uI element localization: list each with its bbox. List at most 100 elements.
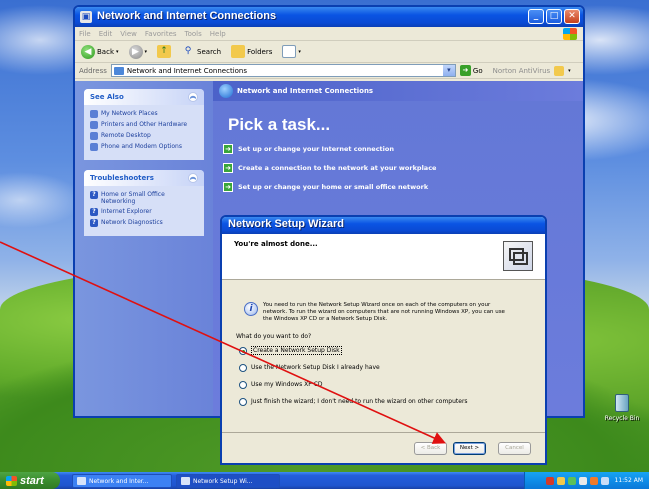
task-home-network[interactable]: ➜ Set up or change your home or small of… — [223, 181, 583, 193]
menu-edit[interactable]: Edit — [99, 30, 113, 38]
recycle-bin-icon — [615, 394, 629, 412]
menu-view[interactable]: View — [120, 30, 137, 38]
taskbar-button-network-connections[interactable]: Network and Inter... — [72, 474, 172, 488]
taskbar-button-network-setup-wizard[interactable]: Network Setup Wi... — [176, 474, 280, 488]
option-create-disk[interactable]: Create a Network Setup Disk — [239, 346, 531, 355]
forward-button[interactable]: ▶ ▾ — [127, 43, 150, 61]
wizard-info: i You need to run the Network Setup Wiza… — [244, 302, 531, 323]
tray-icon[interactable] — [589, 476, 598, 485]
cancel-button[interactable]: Cancel — [498, 441, 531, 455]
info-icon: i — [244, 302, 258, 316]
system-tray: 11:52 AM — [524, 472, 649, 489]
views-button[interactable]: ▾ — [280, 43, 303, 61]
up-button[interactable]: ↑ — [155, 43, 173, 61]
wizard-header: You're almost done... — [222, 234, 545, 280]
wizard-info-text: You need to run the Network Setup Wizard… — [263, 302, 505, 322]
search-label: Search — [197, 47, 222, 56]
see-also-heading: See Also — [90, 93, 124, 101]
recycle-bin[interactable]: Recycle Bin — [597, 394, 647, 434]
toolbar: ◀ Back ▾ ▶ ▾ ↑ ⚲ Search Folders ▾ — [75, 41, 583, 63]
network-setup-wizard-dialog: Network Setup Wizard You're almost done.… — [220, 215, 547, 465]
wizard-titlebar[interactable]: Network Setup Wizard — [222, 217, 545, 234]
folder-up-icon: ↑ — [157, 45, 172, 58]
minimize-button[interactable]: _ — [528, 9, 544, 24]
help-icon: ? — [90, 219, 98, 227]
views-icon — [282, 45, 297, 58]
norton-antivirus-button[interactable]: Norton AntiVirus — [493, 67, 551, 75]
back-arrow-icon: ◀ — [81, 44, 95, 59]
help-icon: ? — [90, 191, 98, 199]
option-just-finish[interactable]: Just finish the wizard; I don't need to … — [239, 397, 531, 406]
next-button[interactable]: Next > — [453, 441, 486, 455]
chevron-down-icon: ▾ — [298, 48, 301, 55]
wizard-small-icon — [181, 477, 190, 485]
address-bar: Address Network and Internet Connections… — [75, 63, 583, 79]
see-also-my-network-places[interactable]: My Network Places — [90, 110, 198, 118]
wizard-heading: You're almost done... — [234, 240, 318, 248]
search-icon: ⚲ — [184, 46, 192, 56]
collapse-chevron-icon[interactable]: ︽ — [188, 173, 198, 183]
folders-label: Folders — [247, 47, 273, 56]
troubleshooters-header[interactable]: Troubleshooters ︽ — [84, 170, 204, 186]
see-also-printers-hardware[interactable]: Printers and Other Hardware — [90, 121, 198, 129]
menu-favorites[interactable]: Favorites — [145, 30, 177, 38]
control-panel-icon: ▣ — [80, 11, 92, 23]
back-button[interactable]: ◀ Back ▾ — [79, 43, 121, 61]
folders-button[interactable]: Folders — [229, 43, 274, 61]
task-workplace-connection[interactable]: ➜ Create a connection to the network at … — [223, 162, 583, 174]
task-arrow-icon: ➜ — [223, 182, 233, 192]
see-also-header[interactable]: See Also ︽ — [84, 89, 204, 105]
task-pane: See Also ︽ My Network Places Printers an… — [75, 81, 213, 416]
troubleshooter-network-diagnostics[interactable]: ? Network Diagnostics — [90, 219, 198, 227]
start-button[interactable]: start — [0, 472, 60, 489]
option-use-existing-disk[interactable]: Use the Network Setup Disk I already hav… — [239, 363, 531, 372]
maximize-button[interactable]: □ — [546, 9, 562, 24]
tray-icon[interactable] — [567, 476, 576, 485]
tray-icon[interactable] — [556, 476, 565, 485]
go-arrow-icon: ➜ — [459, 65, 471, 76]
see-also-phone-modem[interactable]: Phone and Modem Options — [90, 143, 198, 151]
control-panel-small-icon — [113, 66, 124, 75]
menu-bar: File Edit View Favorites Tools Help — [75, 27, 583, 41]
see-also-panel: See Also ︽ My Network Places Printers an… — [84, 89, 204, 160]
task-arrow-icon: ➜ — [223, 144, 233, 154]
go-button[interactable]: ➜ Go — [459, 65, 483, 76]
remote-desktop-icon — [90, 132, 98, 140]
troubleshooters-panel: Troubleshooters ︽ ? Home or Small Office… — [84, 170, 204, 236]
network-globe-icon — [219, 84, 233, 98]
collapse-chevron-icon[interactable]: ︽ — [188, 92, 198, 102]
troubleshooter-internet-explorer[interactable]: ? Internet Explorer — [90, 208, 198, 216]
troubleshooter-home-networking[interactable]: ? Home or Small Office Networking — [90, 191, 198, 205]
address-value: Network and Internet Connections — [126, 66, 248, 75]
chevron-down-icon[interactable]: ▾ — [442, 65, 455, 76]
radio-button[interactable] — [239, 363, 247, 372]
radio-button[interactable] — [239, 397, 247, 406]
explorer-titlebar[interactable]: ▣ Network and Internet Connections _ □ ✕ — [75, 7, 583, 27]
chevron-down-icon[interactable]: ▾ — [568, 68, 571, 74]
option-use-xp-cd[interactable]: Use my Windows XP CD — [239, 380, 531, 389]
back-button[interactable]: < Back — [414, 441, 447, 455]
address-input[interactable]: Network and Internet Connections ▾ — [110, 64, 456, 77]
search-button[interactable]: ⚲ Search — [179, 43, 223, 61]
taskbar: start Network and Inter... Network Setup… — [0, 472, 649, 489]
menu-help[interactable]: Help — [210, 30, 226, 38]
see-also-remote-desktop[interactable]: Remote Desktop — [90, 132, 198, 140]
radio-button-selected[interactable] — [239, 346, 247, 355]
troubleshooters-heading: Troubleshooters — [90, 174, 154, 182]
task-internet-connection[interactable]: ➜ Set up or change your Internet connect… — [223, 143, 583, 155]
chevron-down-icon: ▾ — [144, 48, 148, 55]
go-label: Go — [472, 66, 483, 75]
start-label: start — [20, 474, 44, 487]
radio-button[interactable] — [239, 380, 247, 389]
volume-tray-icon[interactable] — [600, 476, 609, 485]
chevron-down-icon: ▾ — [116, 48, 119, 55]
address-label: Address — [79, 66, 107, 75]
clock[interactable]: 11:52 AM — [615, 477, 643, 484]
recycle-bin-label: Recycle Bin — [604, 415, 640, 422]
tray-icon[interactable] — [545, 476, 554, 485]
menu-file[interactable]: File — [79, 30, 91, 38]
network-tray-icon[interactable] — [578, 476, 587, 485]
menu-tools[interactable]: Tools — [185, 30, 202, 38]
close-button[interactable]: ✕ — [564, 9, 580, 24]
forward-arrow-icon: ▶ — [128, 44, 143, 59]
